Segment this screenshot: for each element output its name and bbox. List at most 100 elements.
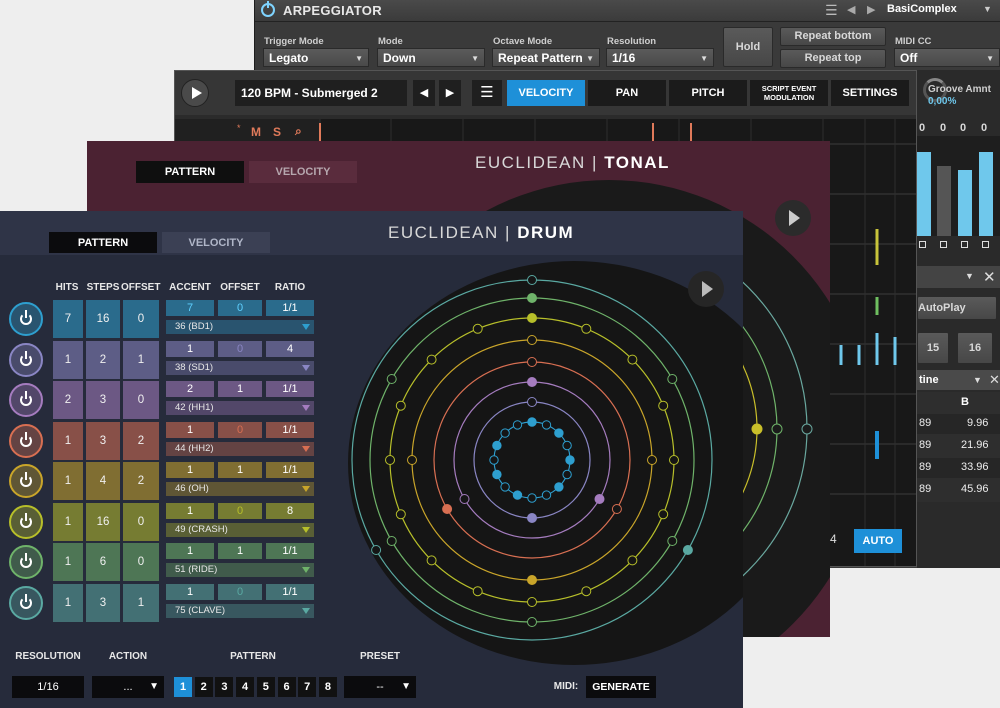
track-acc-off-cell[interactable]: 0	[218, 421, 262, 438]
step-bar-3[interactable]	[958, 170, 972, 236]
track-note-select[interactable]: 42 (HH1)	[166, 401, 314, 415]
step-empty[interactable]	[627, 555, 638, 566]
step-empty[interactable]	[527, 275, 537, 285]
step-empty[interactable]	[386, 536, 397, 546]
step-hit[interactable]	[554, 482, 564, 492]
step-empty[interactable]	[500, 482, 510, 492]
track-acc-cell[interactable]: 1	[166, 543, 214, 559]
step-hit[interactable]	[554, 428, 564, 438]
step-empty[interactable]	[647, 455, 657, 465]
step-empty[interactable]	[541, 490, 552, 500]
step-empty[interactable]	[667, 536, 678, 546]
track-hits-cell[interactable]: 1	[53, 421, 83, 460]
track-acc-cell[interactable]: 1	[166, 583, 214, 600]
step-empty[interactable]	[667, 374, 678, 384]
track-steps-cell[interactable]: 6	[86, 543, 120, 581]
autoplay-button[interactable]: AutoPlay	[917, 296, 997, 320]
resolution-select[interactable]: 1/16 ▼	[606, 48, 714, 67]
drum-tab-velocity[interactable]: VELOCITY	[162, 232, 270, 253]
track-hits-cell[interactable]: 1	[53, 340, 83, 379]
track-ratio-cell[interactable]: 1/1	[266, 543, 314, 559]
step-empty[interactable]	[627, 354, 638, 365]
arp-table-dropdown[interactable]: tine ▼ ✕	[917, 370, 1000, 390]
track-ratio-cell[interactable]: 4	[266, 340, 314, 357]
track-power-button[interactable]	[9, 585, 43, 620]
track-ratio-cell[interactable]: 1/1	[266, 462, 314, 478]
step-toggle-1[interactable]	[919, 241, 926, 248]
close-icon[interactable]: ✕	[989, 372, 1000, 388]
step-empty[interactable]	[395, 509, 406, 520]
track-hits-cell[interactable]: 1	[53, 462, 83, 500]
track-power-button[interactable]	[9, 545, 43, 579]
track-ratio-cell[interactable]: 1/1	[266, 421, 314, 438]
track-power-button[interactable]	[9, 423, 43, 458]
tab-script-event-modulation[interactable]: SCRIPT EVENT MODULATION	[750, 80, 828, 106]
midi-cc-select[interactable]: Off ▼	[894, 48, 1000, 67]
solo-button[interactable]: S	[273, 125, 281, 139]
repeat-top-button[interactable]: Repeat top	[780, 49, 886, 68]
track-offset-cell[interactable]: 2	[123, 421, 159, 460]
track-note-select[interactable]: 49 (CRASH)	[166, 522, 314, 537]
preset-next-icon[interactable]: ▶	[867, 3, 875, 16]
track-power-button[interactable]	[9, 383, 43, 417]
track-power-button[interactable]	[9, 342, 43, 377]
pattern-button-4[interactable]: 4	[236, 677, 255, 697]
track-hits-cell[interactable]: 2	[53, 381, 83, 419]
preset-prev-button[interactable]: ◀	[413, 80, 435, 106]
track-power-button[interactable]	[9, 464, 43, 498]
track-offset-cell[interactable]: 0	[123, 381, 159, 419]
menu-icon[interactable]: ☰	[472, 80, 502, 106]
step-empty[interactable]	[527, 397, 537, 407]
step-hit[interactable]	[492, 440, 502, 451]
step-hit[interactable]	[594, 494, 605, 504]
track-acc-off-cell[interactable]: 1	[218, 543, 262, 559]
pattern-button-3[interactable]: 3	[215, 677, 234, 697]
track-offset-cell[interactable]: 0	[123, 300, 159, 338]
track-acc-cell[interactable]: 2	[166, 381, 214, 397]
step-empty[interactable]	[527, 617, 537, 627]
step-hit[interactable]	[527, 575, 537, 585]
generate-button[interactable]: GENERATE	[586, 676, 656, 698]
track-offset-cell[interactable]: 0	[123, 502, 159, 541]
step-hit[interactable]	[527, 293, 537, 303]
track-power-button[interactable]	[9, 302, 43, 336]
euclidean-rings[interactable]	[348, 261, 743, 665]
menu-icon[interactable]: ☰	[825, 2, 838, 19]
step-empty[interactable]	[527, 335, 537, 345]
pattern-button-7[interactable]: 7	[298, 677, 317, 697]
step-toggle-2[interactable]	[940, 241, 947, 248]
arpeggiator-preset-name[interactable]: BasiComplex	[887, 3, 957, 15]
step-empty[interactable]	[426, 555, 437, 566]
mute-button[interactable]: M	[251, 125, 261, 139]
track-acc-off-cell[interactable]: 0	[218, 583, 262, 600]
track-steps-cell[interactable]: 3	[86, 381, 120, 419]
track-hits-cell[interactable]: 1	[53, 583, 83, 622]
step-bar-area[interactable]	[917, 136, 1000, 236]
track-acc-off-cell[interactable]: 1	[218, 381, 262, 397]
track-acc-off-cell[interactable]: 0	[218, 502, 262, 519]
step-hit[interactable]	[527, 513, 537, 523]
step-empty[interactable]	[562, 440, 572, 451]
step-empty[interactable]	[426, 354, 437, 365]
track-steps-cell[interactable]: 4	[86, 462, 120, 500]
step-empty[interactable]	[500, 428, 510, 438]
step-empty[interactable]	[658, 400, 669, 411]
track-note-select[interactable]: 36 (BD1)	[166, 320, 314, 334]
preset-next-button[interactable]: ▶	[439, 80, 461, 106]
tonal-tab-pattern[interactable]: PATTERN	[136, 161, 244, 183]
step-empty[interactable]	[472, 323, 483, 334]
step-empty[interactable]	[581, 586, 592, 597]
track-acc-off-cell[interactable]: 0	[218, 340, 262, 357]
step-empty[interactable]	[472, 586, 483, 597]
step-hit[interactable]	[565, 455, 575, 465]
step-hit[interactable]	[512, 490, 523, 500]
step-empty[interactable]	[395, 400, 406, 411]
track-ratio-cell[interactable]: 1/1	[266, 300, 314, 316]
track-hits-cell[interactable]: 1	[53, 502, 83, 541]
track-ratio-cell[interactable]: 1/1	[266, 583, 314, 600]
octave-mode-select[interactable]: Repeat Pattern ▼	[492, 48, 600, 67]
step-hit[interactable]	[682, 545, 693, 555]
arp-side-dropdown[interactable]: ▼ ✕	[917, 266, 1000, 288]
track-acc-cell[interactable]: 1	[166, 421, 214, 438]
step-hit[interactable]	[527, 377, 537, 387]
